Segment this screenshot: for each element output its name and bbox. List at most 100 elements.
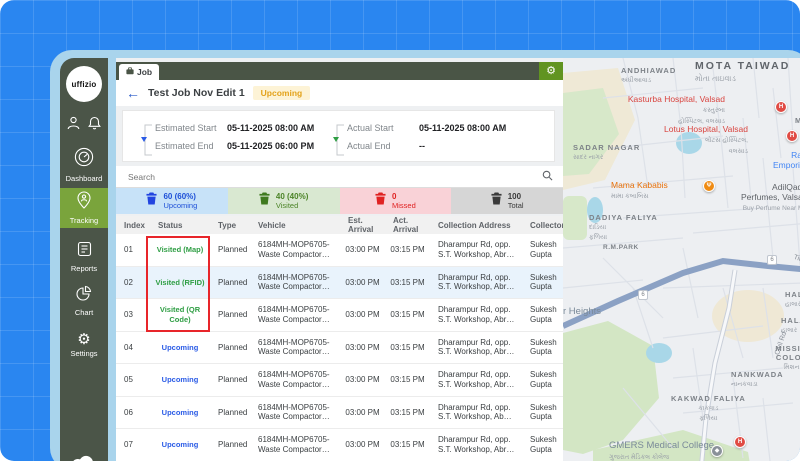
- cell-collector: Sukesh Gupta: [522, 240, 563, 259]
- cell-address2: S.T. Workshop, Ab…: [438, 412, 512, 421]
- tab-job[interactable]: Job: [119, 64, 159, 80]
- col-header[interactable]: Type: [210, 221, 250, 230]
- schedule-card: Estimated Start05-11-2025 08:00 AM Estim…: [122, 110, 555, 162]
- cell-type: Planned: [210, 278, 250, 288]
- route-shield: 6: [767, 255, 777, 265]
- table-row[interactable]: 01 Visited (Map) Planned 6184MH-MOP6705-…: [116, 234, 563, 267]
- cell-type: Planned: [210, 375, 250, 385]
- cell-vehicle: 6184MH-MOP6705-: [258, 338, 330, 347]
- cell-address: Dharampur Rd, opp.: [438, 403, 510, 412]
- cell-status: Upcoming: [150, 375, 210, 385]
- dashboard-icon: [74, 147, 94, 172]
- cell-est-arrival: 03:00 PM: [340, 375, 385, 385]
- cell-est-arrival: 03:00 PM: [340, 343, 385, 353]
- col-header[interactable]: Index: [116, 221, 150, 230]
- map-poi-label[interactable]: Mama Kababisમામા કબાબિસ: [611, 180, 668, 201]
- summary-label: Visited: [276, 201, 308, 210]
- cell-index: 04: [116, 343, 150, 353]
- col-header[interactable]: Status: [150, 221, 210, 230]
- summary-label: Total: [508, 201, 524, 210]
- estimated-start-value: 05-11-2025 08:00 AM: [227, 123, 314, 133]
- table-row[interactable]: 05 Upcoming Planned 6184MH-MOP6705-Waste…: [116, 364, 563, 397]
- app-screen: uffizio Dashboard Tracking Reports Chart: [0, 0, 800, 461]
- map-area-label: SADAR NAGARસાદર નાગર: [573, 143, 640, 162]
- table-row[interactable]: 04 Upcoming Planned 6184MH-MOP6705-Waste…: [116, 332, 563, 365]
- summary-total[interactable]: 100Total: [451, 188, 563, 214]
- cell-address2: S.T. Workshop, Abr…: [438, 347, 514, 356]
- map-area-label: MAD: [795, 116, 800, 125]
- cell-act-arrival: 03:15 PM: [385, 343, 430, 353]
- estimated-end-value: 05-11-2025 06:00 PM: [227, 141, 314, 151]
- cell-address: Dharampur Rd, opp.: [438, 305, 510, 314]
- cell-status: Visited (RFID): [150, 278, 210, 288]
- sidebar-item-label: Tracking: [70, 216, 98, 225]
- table-row[interactable]: 03 Visited (QR Code) Planned 6184MH-MOP6…: [116, 299, 563, 332]
- search-icon[interactable]: [542, 168, 553, 186]
- college-marker[interactable]: ◆: [711, 445, 723, 457]
- cell-vehicle2: Waste Compactor…: [258, 282, 330, 291]
- bell-icon[interactable]: [88, 116, 101, 135]
- summary-count: 100: [508, 192, 524, 201]
- table-row[interactable]: 02 Visited (RFID) Planned 6184MH-MOP6705…: [116, 267, 563, 300]
- summary-missed[interactable]: 0Missed: [340, 188, 452, 214]
- actual-start-value: 05-11-2025 08:00 AM: [419, 123, 506, 133]
- cell-collector: Sukesh Gupta: [522, 305, 563, 324]
- actual-group: Actual Start05-11-2025 08:00 AM Actual E…: [347, 119, 506, 155]
- summary-upcoming[interactable]: 60 (60%)Upcoming: [116, 188, 228, 214]
- user-icon[interactable]: [67, 116, 80, 135]
- reports-icon: [77, 241, 92, 262]
- gear-icon: ⚙: [546, 66, 556, 77]
- sidebar-item-chart[interactable]: Chart: [60, 282, 108, 320]
- cell-address2: S.T. Workshop, Abr…: [438, 250, 514, 259]
- cell-address2: S.T. Workshop, Abr…: [438, 315, 514, 324]
- sidebar-item-dashboard[interactable]: Dashboard: [60, 146, 108, 184]
- map-canvas[interactable]: ANDHIAWADઅંધીઆવાડ MOTA TAIWADમોતા તાઇવાડ…: [563, 58, 800, 461]
- cell-index: 03: [116, 310, 150, 320]
- cell-address: Dharampur Rd, opp.: [438, 273, 510, 282]
- col-header[interactable]: Collection Address: [430, 221, 522, 230]
- map-poi-label[interactable]: Lotus Hospital, Valsadલોટસ હોસ્પિટલ,વલસા…: [648, 124, 748, 156]
- cell-vehicle: 6184MH-MOP6705-: [258, 435, 330, 444]
- panel-settings-button[interactable]: ⚙: [539, 62, 563, 80]
- map-area-label: MISSIONCOLONYમિશન કોલો: [775, 344, 800, 372]
- job-header: ← Test Job Nov Edit 1 Upcoming: [116, 80, 563, 106]
- settings-gear-icon: ⚙: [77, 332, 90, 347]
- summary-visited[interactable]: 40 (40%)Visited: [228, 188, 340, 214]
- map-poi-label[interactable]: Kasturba Hospital, Valsadકસ્તુરબાહોસ્પિટ…: [625, 94, 725, 126]
- actual-end-label: Actual End: [347, 141, 419, 151]
- table-body: 01 Visited (Map) Planned 6184MH-MOP6705-…: [116, 234, 563, 461]
- col-header[interactable]: Act. Arrival: [385, 216, 430, 234]
- sidebar-item-label: Reports: [71, 264, 97, 273]
- map-poi-label[interactable]: RajwadiEmporium Valsad: [773, 150, 800, 170]
- col-header[interactable]: Collector: [522, 221, 563, 230]
- sidebar-item-label: Dashboard: [66, 174, 103, 183]
- job-title: Test Job Nov Edit 1: [148, 87, 245, 99]
- support-cloud-icon[interactable]: [70, 453, 98, 461]
- sidebar-item-reports[interactable]: Reports: [60, 238, 108, 276]
- sidebar-item-tracking[interactable]: Tracking: [60, 188, 108, 228]
- map-area-label: HALARહાલાર: [785, 290, 800, 309]
- col-header[interactable]: Vehicle: [250, 221, 340, 230]
- cell-status: Visited (Map): [150, 245, 210, 255]
- cell-act-arrival: 03:15 PM: [385, 408, 430, 418]
- map-poi-label[interactable]: AdilQadriPerfumes, ValsadBuy Perfume Nea…: [741, 182, 800, 212]
- search-input[interactable]: [126, 171, 542, 183]
- map-poi-label[interactable]: GMERS Medical Collegeગુજરાત મેડિકલ કોલેજ: [609, 440, 714, 461]
- sidebar-item-settings[interactable]: ⚙ Settings: [60, 326, 108, 364]
- table-row[interactable]: 06 Upcoming Planned 6184MH-MOP6705-Waste…: [116, 397, 563, 430]
- restaurant-marker[interactable]: Ψ: [703, 180, 715, 192]
- status-badge: Upcoming: [253, 86, 311, 100]
- cell-vehicle: 6184MH-MOP6705-: [258, 305, 330, 314]
- back-button[interactable]: ←: [126, 86, 140, 100]
- cell-collector: Sukesh Gupta: [522, 435, 563, 454]
- cell-act-arrival: 03:15 PM: [385, 245, 430, 255]
- summary-count: 0: [392, 192, 416, 201]
- cell-status: Upcoming: [150, 343, 210, 353]
- estimated-bracket-icon: [141, 121, 153, 164]
- table-row[interactable]: 07 Upcoming Planned 6184MH-MOP6705-Waste…: [116, 429, 563, 461]
- hospital-marker[interactable]: H: [786, 130, 798, 142]
- col-header[interactable]: Est. Arrival: [340, 216, 385, 234]
- summary-label: Upcoming: [163, 201, 197, 210]
- hospital-marker[interactable]: H: [775, 101, 787, 113]
- hospital-marker[interactable]: H: [734, 436, 746, 448]
